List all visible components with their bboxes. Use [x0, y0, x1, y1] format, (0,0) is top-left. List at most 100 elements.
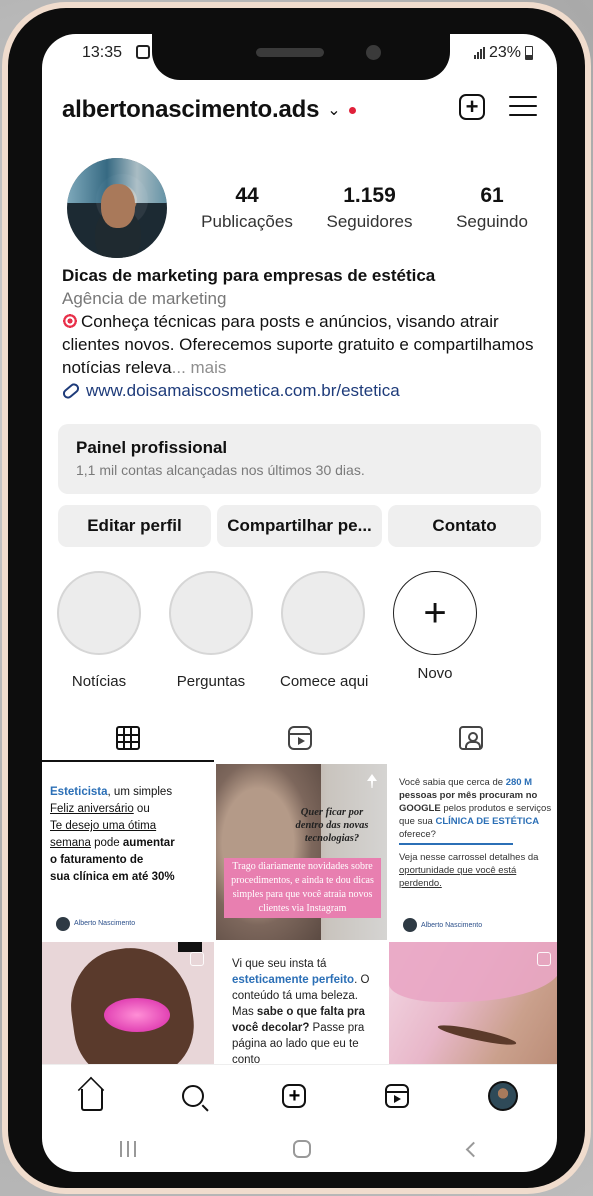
menu-icon[interactable] [509, 94, 537, 118]
stat-label: Publicações [201, 212, 293, 231]
professional-dashboard[interactable]: Painel profissional 1,1 mil contas alcan… [58, 424, 541, 494]
post-text: ou [133, 803, 150, 815]
post-text: Veja nesse carrossel detalhes da [399, 851, 539, 863]
post-thumbnail[interactable]: Você sabia que cerca de 280 M pessoas po… [389, 764, 557, 940]
bio-text-block: Conheça técnicas para posts e anúncios, … [62, 310, 541, 379]
profile-nav-avatar[interactable] [487, 1080, 518, 1111]
post-text: esteticamente perfeito [232, 974, 355, 986]
post-text: Você sabia que cerca de [399, 777, 506, 788]
highlight-label: Comece aqui [280, 673, 369, 690]
reels-nav-icon[interactable] [385, 1083, 410, 1108]
post-text: , um simples [107, 786, 173, 798]
post-text: oferece? [399, 829, 436, 840]
android-nav-bar [42, 1126, 557, 1172]
post-text: oportunidade que você está perdendo. [399, 864, 517, 889]
bio-link-row[interactable]: www.doisamaiscosmetica.com.br/estetica [60, 379, 541, 402]
highlight-cover [281, 571, 365, 655]
post-text: pode [90, 837, 123, 849]
stat-posts[interactable]: 44 Publicações [192, 184, 302, 232]
edit-profile-button[interactable]: Editar perfil [58, 505, 211, 547]
grid-icon [115, 726, 140, 750]
speaker [256, 48, 324, 57]
divider [399, 843, 513, 845]
highlight-perguntas[interactable]: Perguntas [168, 571, 254, 690]
post-text: Feliz aniversário [50, 803, 134, 815]
post-text: aumentar [122, 837, 175, 849]
post-image-detail [178, 942, 202, 952]
tagged-icon [459, 726, 484, 750]
search-icon[interactable] [181, 1084, 204, 1107]
dashboard-subtitle: 1,1 mil contas alcançadas nos últimos 30… [76, 462, 365, 478]
back-icon[interactable] [465, 1141, 481, 1157]
post-text-block: Você sabia que cerca de 280 M pessoas po… [399, 776, 553, 841]
post-signature: Alberto Nascimento [56, 915, 135, 932]
stat-following[interactable]: 61 Seguindo [437, 184, 547, 232]
post-image-lips [104, 998, 170, 1032]
highlight-label: Notícias [71, 673, 127, 690]
highlight-label: Perguntas [176, 673, 246, 690]
chevron-down-icon[interactable]: ⌄ [327, 100, 340, 120]
post-thumbnail[interactable]: Esteticista, um simples Feliz aniversári… [42, 764, 214, 940]
stat-value: 1.159 [343, 184, 396, 207]
stat-followers[interactable]: 1.159 Seguidores [315, 184, 425, 232]
post-text: o faturamento de [50, 854, 144, 866]
post-thumbnail[interactable] [389, 942, 557, 1074]
profile-tabs [42, 714, 557, 762]
stat-label: Seguidores [326, 212, 413, 231]
post-quote: Quer ficar por dentro das novas tecnolog… [295, 807, 369, 844]
avatar [403, 918, 417, 932]
highlight-cover [169, 571, 253, 655]
add-highlight-icon[interactable]: + [393, 571, 477, 655]
highlight-new[interactable]: + Novo [392, 571, 478, 682]
signal-icon [473, 47, 485, 59]
account-username[interactable]: albertonascimento.ads [62, 96, 319, 124]
posts-grid: Esteticista, um simples Feliz aniversári… [42, 764, 557, 1074]
home-icon[interactable] [81, 1088, 104, 1111]
profile-bio: Dicas de marketing para empresas de esté… [60, 264, 541, 402]
stat-value: 44 [235, 184, 259, 207]
post-signature: Alberto Nascimento [403, 918, 482, 932]
post-caption-box: Trago diariamente novidades sobre proced… [224, 858, 381, 918]
contact-button[interactable]: Contato [388, 505, 541, 547]
screen: 13:35 23% albertonascimento.ads ⌄ + 44 P… [42, 34, 557, 1172]
profile-avatar[interactable] [67, 158, 167, 258]
system-home-icon[interactable] [292, 1140, 311, 1158]
bio-more-link[interactable]: ... mais [172, 358, 227, 377]
create-icon[interactable]: + [282, 1083, 307, 1108]
post-thumbnail[interactable] [42, 942, 214, 1074]
status-time: 13:35 [82, 44, 123, 61]
recent-apps-icon[interactable] [120, 1141, 137, 1157]
post-text: 280 M [505, 777, 533, 788]
profile-stats: 44 Publicações 1.159 Seguidores 61 Segui… [192, 184, 547, 232]
post-text: sua clínica em até 30% [50, 871, 175, 883]
signature-text: Alberto Nascimento [74, 920, 136, 927]
post-image-eyebrow [436, 1021, 518, 1049]
profile-header: albertonascimento.ads ⌄ + [62, 90, 537, 130]
profile-actions: Editar perfil Compartilhar pe... Contato [58, 505, 541, 547]
notification-dot [348, 106, 356, 114]
post-image-glove [389, 942, 557, 1002]
phone-body: 13:35 23% albertonascimento.ads ⌄ + 44 P… [8, 8, 585, 1188]
share-profile-button[interactable]: Compartilhar pe... [216, 505, 383, 547]
highlight-noticias[interactable]: Notícias [56, 571, 142, 690]
bio-link[interactable]: www.doisamaiscosmetica.com.br/estetica [86, 379, 400, 402]
highlight-label: Novo [417, 665, 453, 682]
create-post-icon[interactable]: + [459, 94, 485, 120]
bio-text: Conheça técnicas para posts e anúncios, … [62, 312, 534, 377]
reel-badge-icon [537, 952, 551, 966]
battery-percent: 23% [488, 44, 521, 61]
stat-value: 61 [480, 184, 504, 207]
link-icon [60, 380, 82, 401]
tab-posts-grid[interactable] [42, 714, 214, 762]
bio-category: Agência de marketing [62, 289, 227, 308]
post-thumbnail[interactable]: Quer ficar por dentro das novas tecnolog… [216, 764, 387, 940]
bottom-navigation: + [42, 1064, 557, 1126]
phone-frame: 13:35 23% albertonascimento.ads ⌄ + 44 P… [2, 2, 591, 1194]
signature-text: Alberto Nascimento [421, 921, 483, 929]
highlight-comece-aqui[interactable]: Comece aqui [280, 571, 369, 690]
tab-reels[interactable] [214, 714, 386, 762]
camera-notch [152, 34, 450, 80]
tab-tagged[interactable] [385, 714, 557, 762]
post-thumbnail[interactable]: Vi que seu insta tá esteticamente perfei… [216, 942, 387, 1074]
battery-icon [525, 46, 533, 60]
